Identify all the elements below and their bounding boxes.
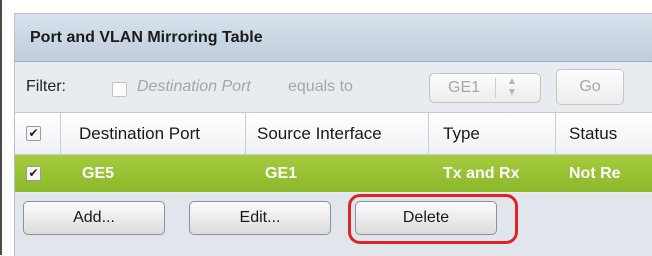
table-header-row: ✔ Destination Port Source Interface Type…	[15, 113, 652, 155]
column-header-destination-port[interactable]: Destination Port	[79, 113, 200, 154]
column-divider	[245, 113, 246, 154]
filter-operator-label: equals to	[288, 78, 353, 95]
select-all-checkbox[interactable]: ✔	[26, 126, 41, 141]
cell-source-interface: GE1	[265, 165, 298, 182]
go-button[interactable]: Go	[556, 69, 624, 105]
filter-port-value: GE1	[448, 79, 481, 96]
column-header-source-interface[interactable]: Source Interface	[257, 113, 382, 154]
filter-field-label: Destination Port	[137, 78, 251, 95]
row-checkbox[interactable]: ✔	[26, 166, 41, 181]
column-divider	[555, 113, 556, 154]
updown-arrow-icon: ▲ ▼	[507, 76, 517, 98]
mirroring-table-panel: Port and VLAN Mirroring Table Filter: De…	[14, 13, 652, 256]
table-row[interactable]: ✔ GE5 GE1 Tx and Rx Not Re	[15, 155, 652, 192]
action-button-row: Add... Edit... Delete	[15, 193, 652, 256]
column-divider	[428, 113, 429, 154]
select-divider	[495, 78, 496, 98]
edit-button[interactable]: Edit...	[189, 201, 331, 235]
column-divider	[60, 113, 61, 154]
cell-status: Not Re	[569, 165, 621, 182]
filter-label: Filter:	[26, 78, 66, 95]
window-edge	[0, 0, 2, 255]
cell-type: Tx and Rx	[443, 165, 520, 182]
filter-checkbox[interactable]	[112, 82, 127, 97]
column-header-type[interactable]: Type	[443, 113, 480, 154]
filter-port-select[interactable]: GE1 ▲ ▼	[429, 73, 541, 103]
cell-destination-port: GE5	[82, 165, 115, 182]
column-header-status[interactable]: Status	[569, 113, 617, 154]
filter-row: Filter: Destination Port equals to GE1 ▲…	[15, 62, 652, 113]
add-button[interactable]: Add...	[23, 201, 165, 235]
table-title: Port and VLAN Mirroring Table	[30, 28, 263, 46]
window: Port and VLAN Mirroring Table Filter: De…	[0, 0, 652, 256]
delete-button-highlight	[348, 194, 518, 244]
table-title-bar: Port and VLAN Mirroring Table	[15, 14, 652, 62]
